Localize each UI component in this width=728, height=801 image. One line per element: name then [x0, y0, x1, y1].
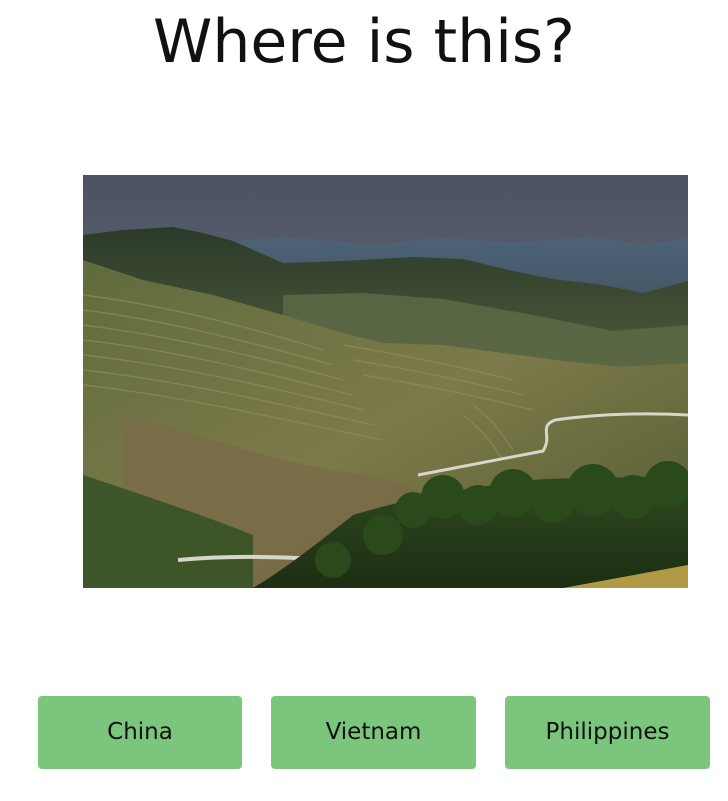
answer-philippines-button[interactable]: Philippines [505, 696, 710, 769]
answer-china-button[interactable]: China [38, 696, 242, 769]
question-title: Where is this? [153, 7, 575, 77]
answer-options: China Vietnam Philippines [0, 696, 728, 769]
quiz-page: Where is this? China Vietnam Philippines [0, 0, 728, 801]
landscape-illustration [83, 175, 688, 588]
answer-vietnam-button[interactable]: Vietnam [271, 696, 476, 769]
location-photo [83, 175, 688, 588]
